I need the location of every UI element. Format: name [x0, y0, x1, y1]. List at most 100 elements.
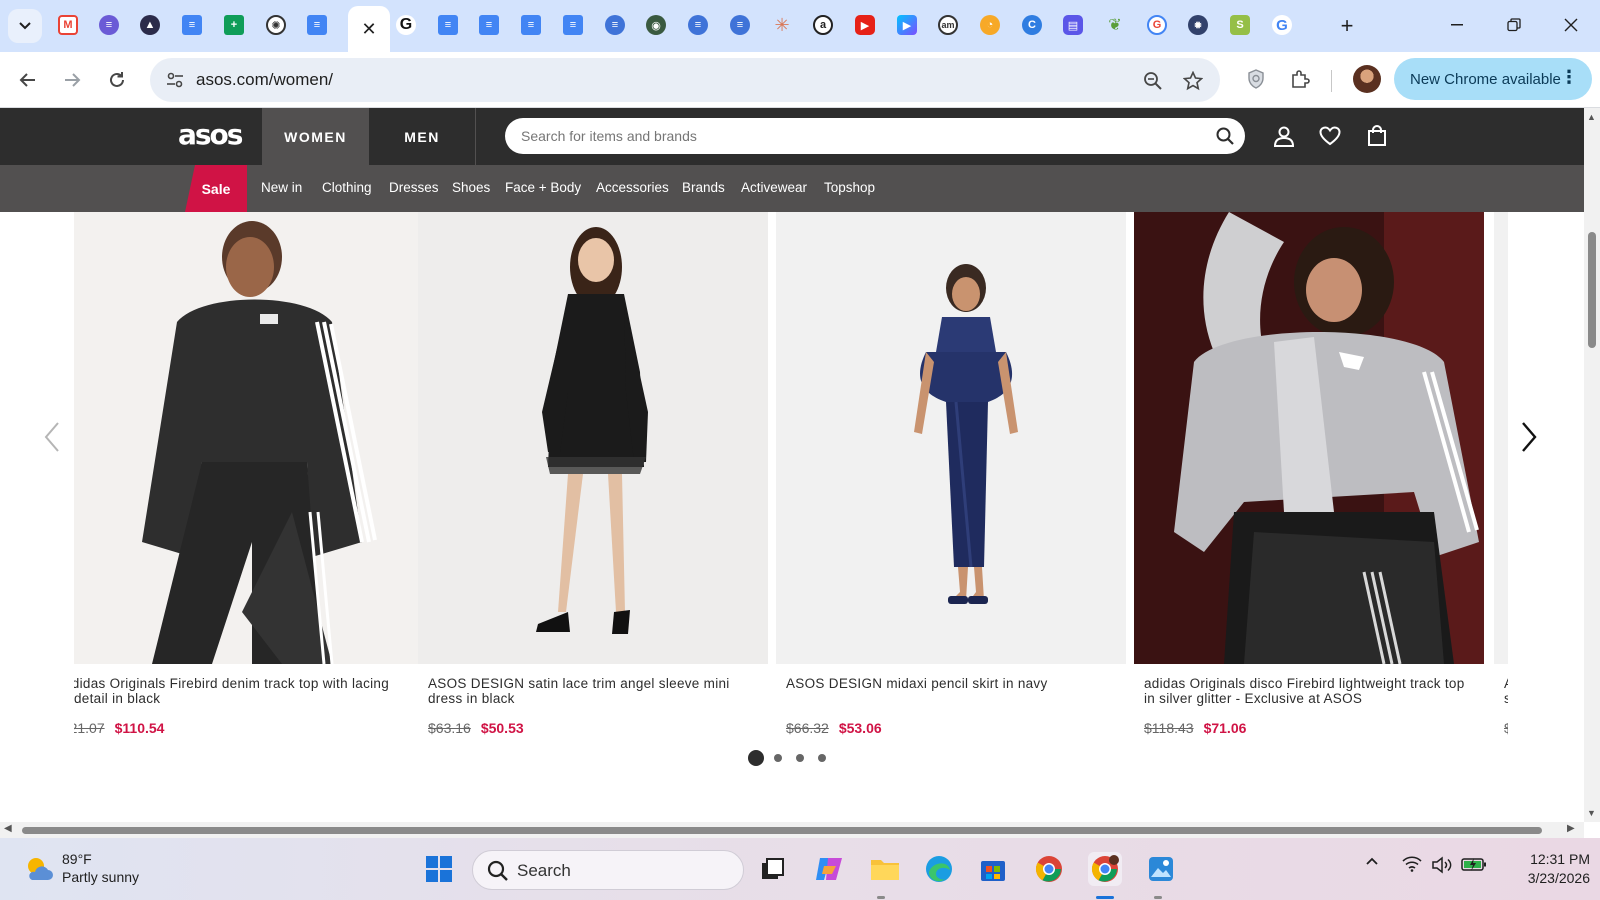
- tab-app[interactable]: ◔: [978, 13, 1002, 37]
- tab-shopify[interactable]: S: [1228, 13, 1252, 37]
- tab-gmail[interactable]: M: [56, 13, 80, 37]
- tab-docs[interactable]: ≡: [436, 13, 460, 37]
- nav-dresses[interactable]: Dresses: [389, 180, 439, 195]
- asos-logo[interactable]: asos: [178, 118, 243, 151]
- product-image[interactable]: [1494, 212, 1508, 664]
- tab-play[interactable]: ▶: [895, 13, 919, 37]
- tab-google[interactable]: G: [394, 13, 418, 37]
- chrome-button[interactable]: [1032, 852, 1066, 886]
- product-name[interactable]: A s: [1504, 676, 1508, 706]
- tab-amazon[interactable]: a: [811, 13, 835, 37]
- product-card[interactable]: ASOS DESIGN satin lace trim angel sleeve…: [418, 212, 768, 752]
- carousel-dot[interactable]: [774, 754, 782, 762]
- new-chrome-available-button[interactable]: New Chrome available ⋮: [1394, 58, 1592, 100]
- scroll-up-icon[interactable]: ▲: [1587, 112, 1596, 122]
- nav-face-body[interactable]: Face + Body: [505, 180, 581, 195]
- carousel-next-button[interactable]: [1514, 417, 1544, 457]
- nav-accessories[interactable]: Accessories: [596, 180, 669, 195]
- edge-button[interactable]: [922, 852, 956, 886]
- tab-docs[interactable]: ≡: [477, 13, 501, 37]
- product-image[interactable]: [1134, 212, 1484, 664]
- product-name[interactable]: ASOS DESIGN midaxi pencil skirt in navy: [786, 676, 1111, 691]
- search-icon[interactable]: [1215, 126, 1235, 151]
- product-card[interactable]: adidas Originals disco Firebird lightwei…: [1134, 212, 1484, 752]
- tab-docs[interactable]: ≡: [561, 13, 585, 37]
- url-text[interactable]: asos.com/women/: [196, 70, 333, 90]
- tab-app[interactable]: ✹: [1186, 13, 1210, 37]
- product-card[interactable]: A s $: [1494, 212, 1508, 752]
- zoom-icon[interactable]: [1140, 68, 1166, 94]
- nav-clothing[interactable]: Clothing: [322, 180, 372, 195]
- back-button[interactable]: [10, 62, 46, 98]
- nav-sale[interactable]: Sale: [185, 165, 247, 212]
- close-icon[interactable]: ✕: [361, 19, 376, 40]
- volume-icon[interactable]: [1430, 856, 1454, 874]
- task-view-button[interactable]: [756, 852, 790, 886]
- scroll-down-icon[interactable]: ▼: [1587, 808, 1596, 818]
- tab-claude[interactable]: ✳: [770, 13, 794, 37]
- tab-women[interactable]: WOMEN: [262, 108, 369, 165]
- scroll-left-icon[interactable]: ◀: [4, 823, 12, 834]
- product-search-input[interactable]: Search for items and brands: [505, 118, 1245, 154]
- address-bar[interactable]: asos.com/women/: [150, 58, 1220, 102]
- nav-shoes[interactable]: Shoes: [452, 180, 490, 195]
- system-clock[interactable]: 12:31 PM 3/23/2026: [1506, 850, 1590, 888]
- file-explorer-button[interactable]: [868, 852, 902, 886]
- wifi-icon[interactable]: [1400, 856, 1424, 872]
- nav-topshop[interactable]: Topshop: [824, 180, 875, 195]
- product-image[interactable]: [418, 212, 768, 664]
- carousel-dot[interactable]: [796, 754, 804, 762]
- tab-youtube[interactable]: ▶: [853, 13, 877, 37]
- carousel-dot[interactable]: [818, 754, 826, 762]
- tab-docs[interactable]: ≡: [180, 13, 204, 37]
- product-name[interactable]: adidas Originals disco Firebird lightwei…: [1144, 676, 1469, 706]
- photos-button[interactable]: [1144, 852, 1178, 886]
- restore-button[interactable]: [1491, 8, 1537, 42]
- tab-app[interactable]: C: [1020, 13, 1044, 37]
- forward-button[interactable]: [54, 62, 90, 98]
- minimize-button[interactable]: [1434, 8, 1480, 42]
- tab-app[interactable]: ▲: [138, 13, 162, 37]
- tab-app[interactable]: ❦: [1103, 13, 1127, 37]
- product-name[interactable]: adidas Originals Firebird denim track to…: [74, 676, 399, 706]
- shield-extension-icon[interactable]: [1241, 64, 1271, 94]
- close-window-button[interactable]: [1548, 8, 1594, 42]
- chrome-profile-button[interactable]: [1088, 852, 1122, 886]
- tab-app[interactable]: ≡: [97, 13, 121, 37]
- taskbar-search[interactable]: Search: [472, 850, 744, 890]
- tab-app[interactable]: ≡: [686, 13, 710, 37]
- store-button[interactable]: [976, 852, 1010, 886]
- more-menu-icon[interactable]: ⋮: [1560, 67, 1578, 88]
- tab-sheets[interactable]: +: [222, 13, 246, 37]
- tab-docs[interactable]: ≡: [305, 13, 329, 37]
- weather-widget[interactable]: 89°F Partly sunny: [24, 850, 139, 886]
- site-info-icon[interactable]: [164, 69, 186, 91]
- tab-app[interactable]: ▤: [1061, 13, 1085, 37]
- profile-avatar[interactable]: [1353, 65, 1381, 93]
- nav-brands[interactable]: Brands: [682, 180, 725, 195]
- new-tab-button[interactable]: +: [1333, 12, 1361, 40]
- product-image[interactable]: [776, 212, 1126, 664]
- scrollbar-thumb[interactable]: [1588, 232, 1596, 348]
- heart-icon[interactable]: [1316, 122, 1344, 150]
- account-icon[interactable]: [1270, 122, 1298, 150]
- product-card[interactable]: ASOS DESIGN midaxi pencil skirt in navy …: [776, 212, 1126, 752]
- scroll-right-icon[interactable]: ▶: [1567, 823, 1575, 834]
- show-hidden-icons-button[interactable]: [1362, 856, 1382, 866]
- carousel-prev-button[interactable]: [37, 417, 67, 457]
- horizontal-scrollbar[interactable]: ◀ ▶: [0, 822, 1584, 838]
- product-image[interactable]: [74, 212, 418, 664]
- nav-activewear[interactable]: Activewear: [741, 180, 807, 195]
- copilot-button[interactable]: [812, 852, 846, 886]
- extensions-puzzle-icon[interactable]: [1285, 64, 1315, 94]
- active-tab[interactable]: ✕: [348, 6, 390, 52]
- start-button[interactable]: [422, 852, 456, 886]
- vertical-scrollbar[interactable]: ▲ ▼: [1584, 108, 1600, 822]
- tab-app[interactable]: ≡: [603, 13, 627, 37]
- tab-app[interactable]: ≡: [728, 13, 752, 37]
- tab-docs[interactable]: ≡: [519, 13, 543, 37]
- nav-new-in[interactable]: New in: [261, 180, 302, 195]
- tab-openai[interactable]: ✺: [264, 13, 288, 37]
- bookmark-star-icon[interactable]: [1180, 68, 1206, 94]
- reload-button[interactable]: [99, 62, 135, 98]
